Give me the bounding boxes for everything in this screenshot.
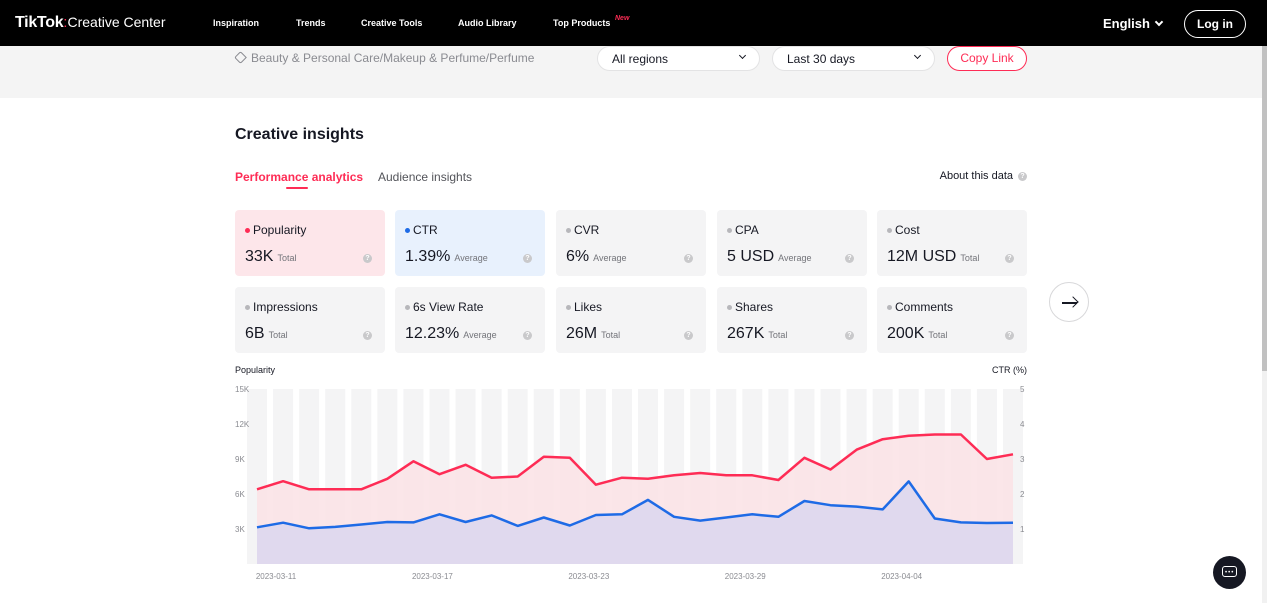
y-tick-label-right: 4 [1020, 420, 1025, 429]
y-tick-label-right: 2 [1020, 490, 1025, 499]
x-tick-label: 2023-03-17 [412, 572, 453, 581]
y-tick-label-left: 15K [235, 385, 250, 394]
x-tick-label: 2023-04-04 [881, 572, 922, 581]
y-tick-label-left: 6K [235, 490, 245, 499]
y-tick-label-right: 1 [1020, 525, 1025, 534]
y-tick-label-left: 12K [235, 420, 250, 429]
y-axis-title-left: Popularity [235, 365, 276, 375]
x-tick-label: 2023-03-29 [725, 572, 766, 581]
y-tick-label-left: 3K [235, 525, 245, 534]
chat-dots-icon: ••• [1225, 570, 1235, 576]
y-tick-label-right: 5 [1020, 385, 1025, 394]
chat-support-button[interactable]: ••• [1213, 556, 1246, 589]
y-tick-label-left: 9K [235, 455, 245, 464]
x-tick-label: 2023-03-11 [256, 572, 297, 581]
y-axis-title-right: CTR (%) [992, 365, 1027, 375]
x-tick-label: 2023-03-23 [568, 572, 609, 581]
popularity-ctr-chart: Popularity CTR (%) 15K 12K 9K 6K 3K 5 4 3 2 1 2023-0… [235, 365, 1027, 581]
y-tick-label-right: 3 [1020, 455, 1025, 464]
